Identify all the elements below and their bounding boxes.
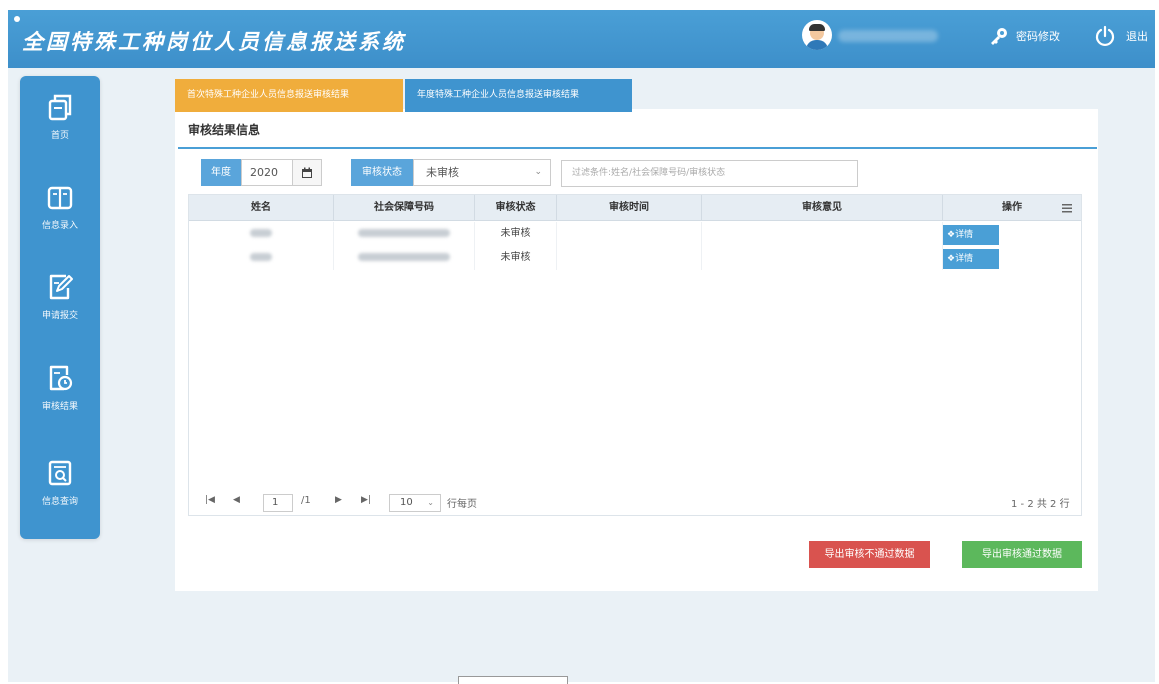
- section-divider: [178, 147, 1097, 149]
- user-avatar[interactable]: [802, 20, 832, 50]
- calendar-button[interactable]: [292, 159, 322, 186]
- sidebar-item-label: 审核结果: [41, 402, 78, 412]
- page-size-select[interactable]: 10 ⌄: [389, 494, 441, 512]
- chevron-down-icon: ⌄: [534, 167, 542, 177]
- col-status[interactable]: 审核状态: [475, 195, 557, 221]
- section-title: 审核结果信息: [188, 123, 261, 137]
- logout-link[interactable]: 退出: [1094, 25, 1148, 47]
- book-icon: [47, 186, 73, 210]
- top-header: 全国特殊工种岗位人员信息报送系统: [8, 10, 1155, 68]
- edit-icon: [49, 274, 73, 300]
- next-page-icon[interactable]: ▶: [335, 495, 342, 505]
- col-opinion[interactable]: 审核意见: [702, 195, 943, 221]
- password-change-link[interactable]: 密码修改: [988, 25, 1060, 47]
- chevron-down-icon: ⌄: [427, 498, 434, 507]
- sidebar-item-label: 申请报交: [41, 311, 78, 321]
- sidebar-item-home[interactable]: 首页: [20, 92, 100, 141]
- page-input[interactable]: 1: [263, 494, 293, 512]
- sidebar-item-results[interactable]: 审核结果: [20, 363, 100, 412]
- year-label: 年度: [201, 159, 241, 186]
- calendar-icon: [302, 167, 312, 178]
- sidebar-item-label: 首页: [50, 131, 69, 141]
- cell-time: [557, 246, 702, 270]
- cell-name-blurred: [189, 222, 334, 246]
- cell-name-blurred: [189, 246, 334, 270]
- cell-status: 未审核: [475, 246, 557, 270]
- document-search-icon: [48, 460, 72, 486]
- cell-opinion: [702, 222, 943, 246]
- first-page-icon[interactable]: |◀: [205, 495, 215, 505]
- table-header: 姓名 社会保障号码 审核状态 审核时间 审核意见 操作: [189, 195, 1081, 221]
- pagination: |◀ ◀ 1 /1 ▶ ▶| 10 ⌄ 行每页 1 - 2 共 2 行: [189, 493, 1081, 515]
- detail-button[interactable]: ❖详情: [943, 249, 999, 269]
- info-icon: ❖: [947, 230, 956, 240]
- power-icon: [1095, 25, 1115, 47]
- cell-ssn-blurred: [334, 246, 475, 270]
- detail-button[interactable]: ❖详情: [943, 225, 999, 245]
- sidebar-item-entry[interactable]: 信息录入: [20, 184, 100, 231]
- export-pass-button[interactable]: 导出审核通过数据: [962, 541, 1082, 568]
- prev-page-icon[interactable]: ◀: [233, 495, 240, 505]
- status-label: 审核状态: [351, 159, 413, 186]
- sidebar: 首页 信息录入 申请报交 审核结果 信息查询: [20, 76, 100, 539]
- cell-time: [557, 222, 702, 246]
- tab-annual-review[interactable]: 年度特殊工种企业人员信息报送审核结果: [405, 79, 632, 112]
- header-dot: [14, 16, 20, 22]
- last-page-icon[interactable]: ▶|: [361, 495, 371, 505]
- sidebar-item-submit[interactable]: 申请报交: [20, 272, 100, 321]
- col-ssn[interactable]: 社会保障号码: [334, 195, 475, 221]
- logout-label: 退出: [1126, 30, 1148, 43]
- column-menu-icon[interactable]: [1061, 202, 1073, 214]
- search-input[interactable]: 过滤条件:姓名/社会保障号码/审核状态: [561, 160, 858, 187]
- status-select[interactable]: 未审核 ⌄: [413, 159, 551, 186]
- info-icon: ❖: [947, 254, 956, 264]
- per-page-label: 行每页: [447, 499, 477, 510]
- export-fail-button[interactable]: 导出审核不通过数据: [809, 541, 930, 568]
- col-time[interactable]: 审核时间: [557, 195, 702, 221]
- footer-tag: [458, 676, 568, 684]
- cell-status: 未审核: [475, 222, 557, 246]
- sidebar-item-query[interactable]: 信息查询: [20, 458, 100, 507]
- tab-first-review[interactable]: 首次特殊工种企业人员信息报送审核结果: [175, 79, 403, 112]
- document-clock-icon: [49, 365, 73, 391]
- cell-opinion: [702, 246, 943, 270]
- table-row[interactable]: 未审核 ❖详情: [189, 246, 1081, 270]
- sidebar-item-label: 信息录入: [41, 221, 78, 231]
- app-title: 全国特殊工种岗位人员信息报送系统: [22, 29, 406, 54]
- sidebar-item-label: 信息查询: [41, 497, 78, 507]
- status-select-value: 未审核: [426, 166, 459, 179]
- cell-ssn-blurred: [334, 222, 475, 246]
- password-change-label: 密码修改: [1016, 30, 1060, 43]
- table-row[interactable]: 未审核 ❖详情: [189, 222, 1081, 246]
- total-pages: /1: [301, 495, 311, 506]
- key-icon: [991, 28, 1007, 45]
- detail-label: 详情: [955, 230, 974, 240]
- page-summary: 1 - 2 共 2 行: [1011, 499, 1070, 510]
- year-input[interactable]: 2020: [241, 159, 293, 186]
- results-table: 姓名 社会保障号码 审核状态 审核时间 审核意见 操作 未审核 ❖详情 未审核 …: [188, 194, 1082, 516]
- copy-icon: [48, 94, 72, 121]
- page-size-value: 10: [400, 497, 413, 508]
- detail-label: 详情: [955, 254, 974, 264]
- col-name[interactable]: 姓名: [189, 195, 334, 221]
- username-blurred[interactable]: [838, 30, 938, 42]
